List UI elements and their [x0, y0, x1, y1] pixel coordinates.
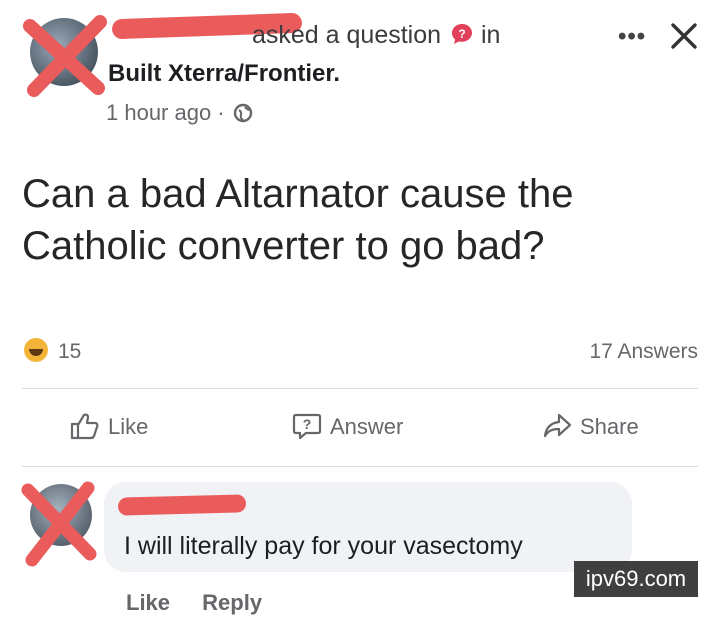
watermark: ipv69.com — [574, 561, 698, 597]
close-icon[interactable] — [668, 20, 700, 52]
divider-top — [22, 388, 698, 389]
answer-label: Answer — [330, 414, 404, 439]
group-name-link[interactable]: Built Xterra/Frontier. — [108, 60, 340, 88]
share-label: Share — [580, 414, 639, 439]
post-stats: 15 17 Answers — [22, 336, 702, 366]
asked-question-line: asked a question ? in — [252, 21, 500, 50]
in-text: in — [480, 21, 501, 49]
globe-icon — [233, 103, 252, 123]
answer-button[interactable]: ? Answer — [292, 412, 403, 444]
thumbs-up-icon — [70, 413, 99, 440]
answers-count[interactable]: 17 Answers — [589, 340, 698, 364]
svg-text:?: ? — [303, 416, 312, 432]
question-bubble-icon: ? — [451, 24, 472, 44]
commenter-avatar-redaction-mark — [21, 481, 97, 567]
svg-text:?: ? — [458, 27, 465, 41]
share-icon — [543, 413, 572, 438]
more-icon[interactable]: ••• — [618, 23, 646, 51]
divider-bottom — [22, 466, 698, 467]
question-text: Can a bad Altarnator cause the Catholic … — [22, 172, 574, 268]
reaction-count[interactable]: 15 — [58, 340, 81, 364]
asked-text: asked a question — [252, 21, 442, 49]
post-meta: 1 hour ago · — [106, 100, 253, 126]
comment-actions: Like Reply — [126, 590, 288, 616]
comment-reply-button[interactable]: Reply — [202, 590, 262, 615]
comment-like-button[interactable]: Like — [126, 590, 170, 615]
answer-icon: ? — [292, 413, 322, 440]
post-time[interactable]: 1 hour ago · — [106, 100, 225, 125]
like-button[interactable]: Like — [70, 412, 148, 444]
share-button[interactable]: Share — [542, 412, 639, 444]
post-header: asked a question ? in Built Xterra/Front… — [20, 8, 700, 128]
laughing-emoji-icon[interactable] — [24, 338, 48, 362]
action-bar: Like ? Answer Share — [22, 408, 698, 448]
commenter-name-redaction — [117, 494, 247, 516]
comment-text: I will literally pay for your vasectomy — [124, 532, 523, 560]
avatar-redaction-mark — [23, 15, 107, 97]
like-label: Like — [108, 414, 149, 439]
